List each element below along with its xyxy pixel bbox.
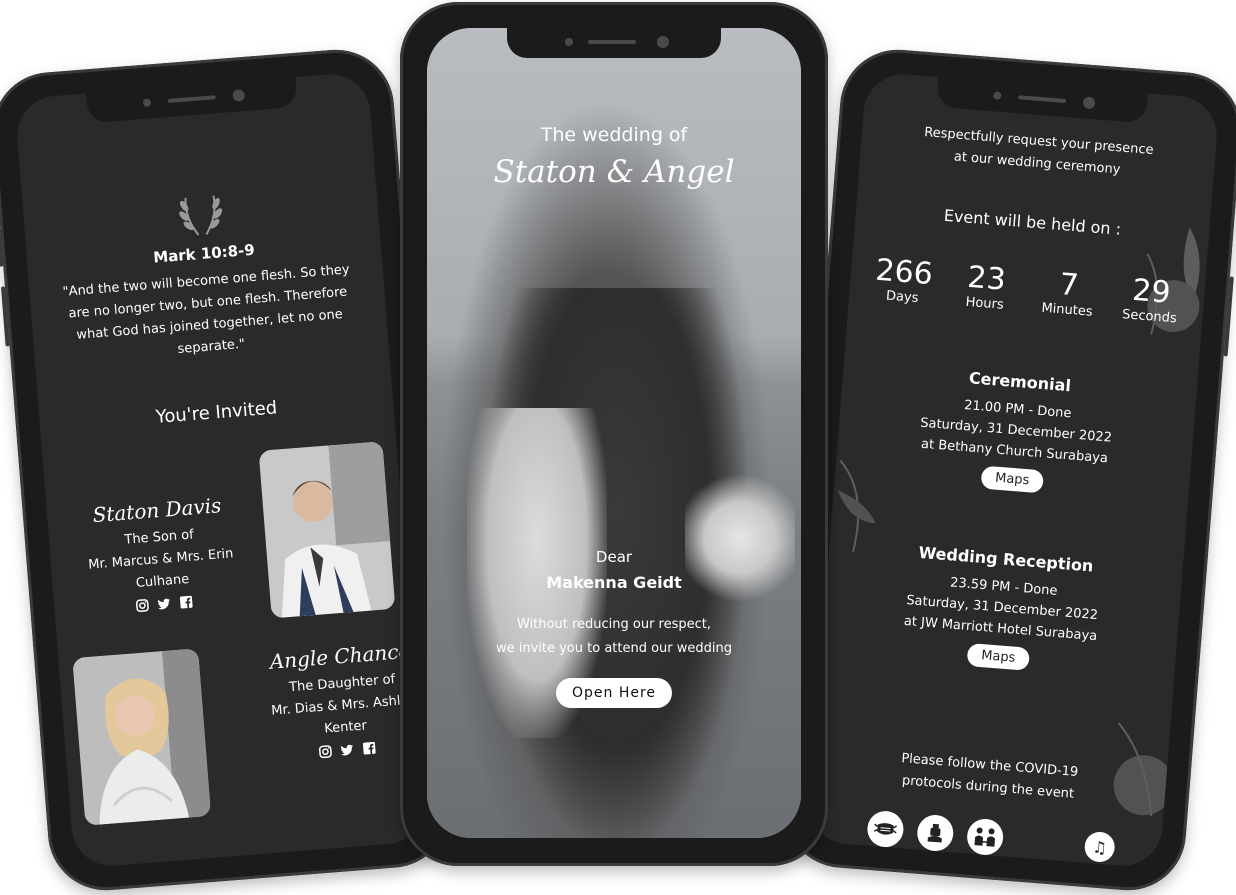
- countdown-minutes: 7 Minutes: [1032, 265, 1106, 320]
- speaker-grille: [1018, 95, 1067, 104]
- speaker-grille: [167, 95, 216, 104]
- ceremonial-maps-button[interactable]: Maps: [980, 465, 1045, 494]
- facebook-icon[interactable]: [179, 595, 194, 610]
- power-button: [1223, 276, 1234, 357]
- camera-icon: [1082, 96, 1096, 110]
- twitter-icon[interactable]: [340, 742, 355, 757]
- speaker-grille: [588, 40, 636, 44]
- request-text: Respectfully request your presence at ou…: [860, 117, 1216, 189]
- right-screen: Respectfully request your presence at ou…: [806, 71, 1220, 869]
- countdown-hours: 23 Hours: [949, 259, 1023, 314]
- camera-icon: [232, 89, 246, 102]
- countdown-value: 7: [1058, 267, 1080, 304]
- phone-right: Respectfully request your presence at ou…: [780, 45, 1236, 895]
- guest-name: Makenna Geidt: [546, 573, 682, 592]
- verse-text: "And the two will become one flesh. So t…: [62, 262, 351, 358]
- groom-photo: [258, 441, 396, 619]
- volume-button: [0, 286, 10, 347]
- reception-maps-button[interactable]: Maps: [966, 643, 1031, 671]
- couple-names: Staton & Angel: [493, 154, 735, 190]
- mask-icon: [866, 809, 905, 849]
- left-screen: Mark 10:8-9 "And the two will become one…: [14, 71, 428, 869]
- event-label: Event will be held on :: [943, 205, 1122, 239]
- laurel-icon: [179, 195, 223, 236]
- invited-heading: You're Invited: [154, 397, 278, 428]
- notch: [936, 76, 1148, 124]
- bride-photo: [72, 648, 212, 826]
- instagram-icon[interactable]: [318, 744, 333, 759]
- countdown-value: 29: [1130, 272, 1172, 311]
- wedding-of-label: The wedding of: [540, 124, 688, 146]
- dear-label: Dear: [595, 548, 633, 566]
- phone-left: Mark 10:8-9 "And the two will become one…: [0, 45, 454, 895]
- countdown-value: 266: [874, 252, 935, 293]
- distance-icon: [965, 817, 1005, 857]
- countdown-value: 23: [966, 259, 1007, 298]
- invite-message-line: we invite you to attend our wedding: [495, 641, 733, 656]
- invite-message: Without reducing our respect, we invite …: [427, 613, 801, 661]
- center-screen: The wedding of Staton & Angel Dear Maken…: [427, 28, 801, 838]
- hand-wash-icon: [915, 813, 955, 853]
- open-invitation-button[interactable]: Open Here: [555, 678, 673, 708]
- phone-center: The wedding of Staton & Angel Dear Maken…: [400, 2, 828, 866]
- camera-icon: [657, 36, 669, 48]
- invite-message-line: Without reducing our respect,: [517, 617, 711, 632]
- twitter-icon[interactable]: [157, 596, 172, 611]
- covid-icons: [866, 809, 1005, 857]
- volume-button: [0, 226, 4, 267]
- groom-info: Staton Davis The Son of Mr. Marcus & Mrs…: [56, 491, 264, 618]
- instagram-icon[interactable]: [135, 598, 150, 613]
- notch: [507, 28, 721, 58]
- facebook-icon[interactable]: [362, 741, 377, 756]
- notch: [86, 76, 298, 124]
- countdown-days: 266 Days: [867, 252, 941, 307]
- couple-photo: [427, 28, 801, 838]
- countdown-seconds: 29 Seconds: [1114, 272, 1188, 327]
- reception-section: Wedding Reception 23.59 PM - Done Saturd…: [821, 536, 1183, 682]
- sensor-dot: [565, 38, 573, 46]
- sensor-dot: [993, 91, 1002, 100]
- sensor-dot: [142, 98, 152, 107]
